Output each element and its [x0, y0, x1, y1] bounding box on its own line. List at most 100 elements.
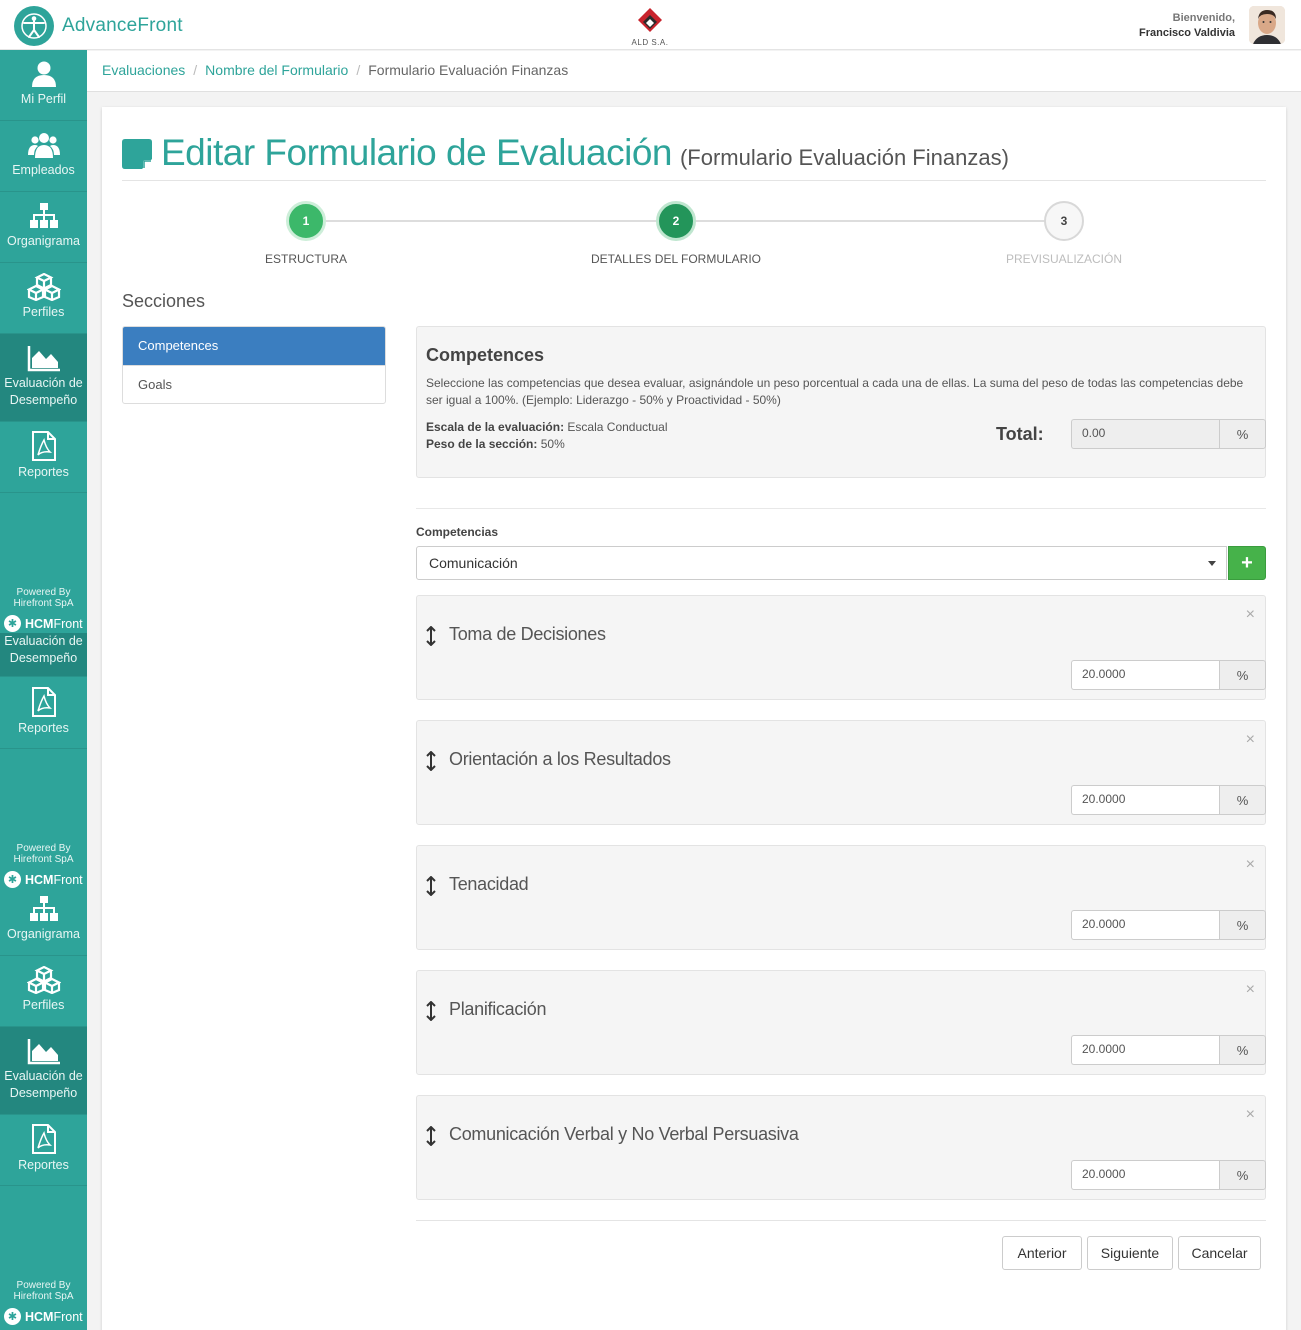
weight-field[interactable]: 20.0000	[1071, 785, 1219, 815]
weight-field[interactable]: 20.0000	[1071, 1160, 1219, 1190]
weight-input-group: 20.0000 %	[1071, 1160, 1266, 1190]
breadcrumb-evaluaciones[interactable]: Evaluaciones	[102, 62, 185, 78]
competencia-name: Toma de Decisiones	[449, 624, 606, 644]
drag-handle-icon[interactable]	[425, 876, 437, 896]
breadcrumb-nombre-formulario[interactable]: Nombre del Formulario	[205, 62, 348, 78]
section-item-competences[interactable]: Competences	[123, 327, 385, 365]
scale-label: Escala de la evaluación:	[426, 420, 565, 434]
previous-button[interactable]: Anterior	[1002, 1236, 1082, 1270]
sidebar-item-mi-perfil[interactable]: Mi Perfil	[0, 50, 87, 121]
sidebar-item-label: Empleados	[12, 163, 75, 177]
percent-addon: %	[1219, 910, 1266, 940]
hcm-bold-text: HCM	[25, 616, 54, 631]
sidebar-item-label: Organigrama	[7, 927, 80, 941]
section-info-well: Competences Seleccione las competencias …	[416, 326, 1266, 478]
sidebar-item-organigrama-repeat[interactable]: Organigrama	[0, 885, 87, 956]
section-item-goals[interactable]: Goals	[123, 365, 385, 403]
hcmfront-logo: ✱ HCM Front	[4, 615, 87, 632]
hcm-rest-text: Front	[53, 1309, 83, 1324]
percent-addon: %	[1219, 419, 1266, 449]
hcmfront-logo-icon: ✱	[4, 615, 21, 632]
sidebar-item-reportes-repeat-2[interactable]: Reportes	[0, 1115, 87, 1186]
next-button[interactable]: Siguiente	[1087, 1236, 1173, 1270]
remove-competencia-icon[interactable]: ×	[1246, 1106, 1255, 1124]
sidebar-item-label: Evaluación de Desempeño	[4, 1069, 83, 1100]
competencia-select[interactable]: Comunicación	[416, 546, 1227, 580]
weight-input-group: 20.0000 %	[1071, 660, 1266, 690]
powered-by: Powered By Hirefront SpA	[0, 1280, 87, 1302]
remove-competencia-icon[interactable]: ×	[1246, 856, 1255, 874]
percent-addon: %	[1219, 785, 1266, 815]
powered-by-text: Powered By	[16, 587, 71, 598]
sitemap-icon	[29, 203, 58, 228]
user-icon	[31, 61, 56, 87]
competencia-card[interactable]: Toma de Decisiones × 20.0000 %	[416, 595, 1266, 700]
client-logo-text: ALD S.A.	[631, 38, 669, 47]
total-field: 0.00	[1071, 419, 1219, 449]
competencia-card[interactable]: Tenacidad × 20.0000 %	[416, 845, 1266, 950]
competencia-card[interactable]: Orientación a los Resultados × 20.0000 %	[416, 720, 1266, 825]
user-greeting: Bienvenido, Francisco Valdivia	[1139, 11, 1235, 41]
welcome-text: Bienvenido,	[1172, 12, 1235, 24]
competencia-card[interactable]: Planificación × 20.0000 %	[416, 970, 1266, 1075]
sidebar-item-label: Perfiles	[22, 998, 65, 1012]
remove-competencia-icon[interactable]: ×	[1246, 981, 1255, 999]
step-label: DETALLES DEL FORMULARIO	[590, 252, 762, 266]
drag-handle-icon[interactable]	[425, 1126, 437, 1146]
caret-down-icon	[1208, 561, 1216, 566]
weight-input-group: 20.0000 %	[1071, 785, 1266, 815]
drag-handle-icon[interactable]	[425, 1001, 437, 1021]
edit-form-icon	[122, 139, 152, 169]
weight-field[interactable]: 20.0000	[1071, 1035, 1219, 1065]
powered-by-company: Hirefront SpA	[13, 598, 74, 609]
breadcrumb-separator: /	[356, 62, 361, 78]
step-previsualizacion[interactable]: 3 PREVISUALIZACIÓN	[964, 199, 1164, 266]
drag-handle-icon[interactable]	[425, 751, 437, 771]
competencia-name: Comunicación Verbal y No Verbal Persuasi…	[449, 1124, 799, 1144]
vitruvian-logo-icon	[14, 6, 54, 46]
sidebar-item-label: Evaluación de Desempeño	[4, 634, 83, 665]
sidebar-item-label: Perfiles	[22, 305, 65, 319]
sidebar-item-evaluacion-desempeno-repeat-2[interactable]: Evaluación de Desempeño	[0, 1027, 87, 1115]
sidebar-item-evaluacion-desempeno-repeat[interactable]: Evaluación de Desempeño	[0, 633, 87, 677]
cancel-button[interactable]: Cancelar	[1178, 1236, 1261, 1270]
remove-competencia-icon[interactable]: ×	[1246, 731, 1255, 749]
sections-title: Secciones	[122, 291, 206, 311]
sidebar-item-empleados[interactable]: Empleados	[0, 121, 87, 192]
step-number: 2	[656, 201, 696, 241]
powered-by-text: Powered By	[16, 843, 71, 854]
area-chart-icon	[27, 346, 60, 372]
avatar[interactable]	[1249, 6, 1285, 44]
sections-list: Competences Goals	[122, 326, 386, 404]
sidebar-item-perfiles[interactable]: Perfiles	[0, 263, 87, 334]
add-competencia-button[interactable]: +	[1228, 546, 1266, 580]
sidebar-item-evaluacion-desempeno[interactable]: Evaluación de Desempeño	[0, 334, 87, 422]
sidebar-item-organigrama[interactable]: Organigrama	[0, 192, 87, 263]
step-estructura[interactable]: 1 ESTRUCTURA	[206, 199, 406, 266]
sidebar-item-reportes-repeat[interactable]: Reportes	[0, 678, 87, 749]
percent-addon: %	[1219, 1035, 1266, 1065]
powered-by: Powered By Hirefront SpA	[0, 587, 87, 609]
hcm-bold-text: HCM	[25, 1309, 54, 1324]
competencias-label: Competencias	[416, 525, 499, 539]
sidebar-item-perfiles-repeat[interactable]: Perfiles	[0, 956, 87, 1027]
pdf-file-icon	[31, 687, 56, 717]
sidebar-item-reportes[interactable]: Reportes	[0, 422, 87, 493]
sidebar: Mi Perfil Empleados Organigrama Perfiles…	[0, 50, 87, 1330]
total-label: Total:	[996, 424, 1044, 444]
main-panel: Editar Formulario de Evaluación (Formula…	[102, 107, 1286, 1330]
weight-input-group: 20.0000 %	[1071, 910, 1266, 940]
remove-competencia-icon[interactable]: ×	[1246, 606, 1255, 624]
user-name[interactable]: Francisco Valdivia	[1139, 26, 1235, 41]
weight-field[interactable]: 20.0000	[1071, 660, 1219, 690]
drag-handle-icon[interactable]	[425, 626, 437, 646]
step-detalles[interactable]: 2 DETALLES DEL FORMULARIO	[576, 199, 776, 266]
client-logo: ALD S.A.	[624, 6, 676, 47]
weight-field[interactable]: 20.0000	[1071, 910, 1219, 940]
percent-addon: %	[1219, 1160, 1266, 1190]
competencia-name: Orientación a los Resultados	[449, 749, 671, 769]
page-title: Editar Formulario de Evaluación (Formula…	[122, 133, 1266, 181]
competencia-card[interactable]: Comunicación Verbal y No Verbal Persuasi…	[416, 1095, 1266, 1200]
hcmfront-logo-icon: ✱	[4, 1308, 21, 1325]
brand[interactable]: AdvanceFront	[14, 6, 183, 46]
